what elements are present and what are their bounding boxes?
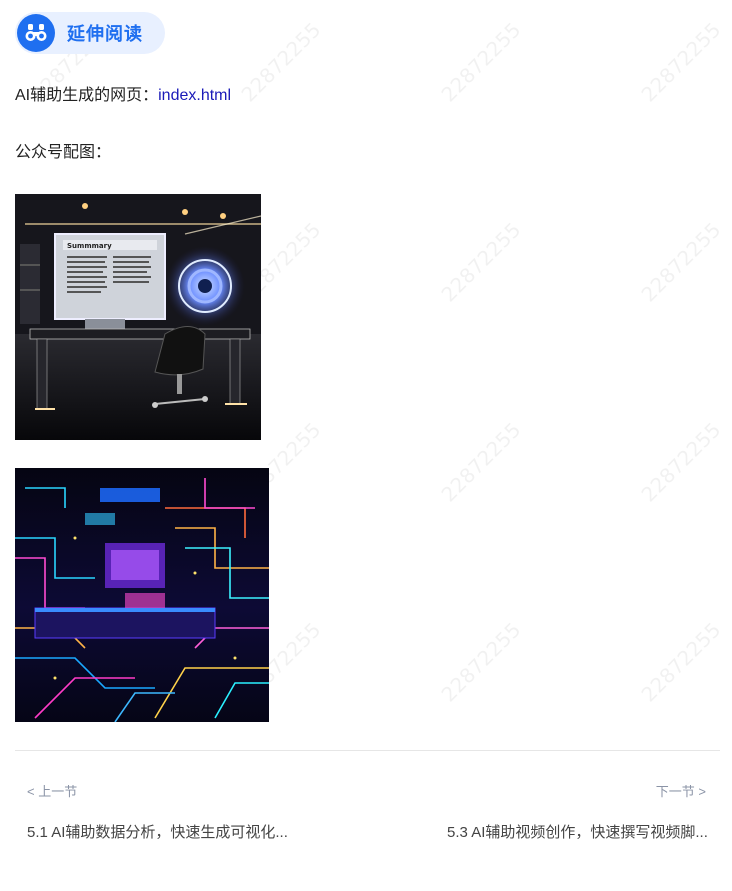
binoculars-icon	[17, 14, 55, 52]
watermark: 22872255	[636, 17, 726, 107]
watermark: 22872255	[436, 17, 526, 107]
webpage-line: AI辅助生成的网页：index.html	[15, 86, 231, 106]
divider	[15, 750, 720, 751]
index-html-link[interactable]: index.html	[158, 87, 231, 104]
next-section-link[interactable]: 下一节 >	[656, 781, 706, 800]
watermark: 22872255	[636, 617, 726, 707]
page: 22872255 22872255 22872255 22872255 2287…	[0, 0, 732, 891]
images-heading: 公众号配图：	[15, 144, 112, 161]
prev-section-title[interactable]: 5.1 AI辅助数据分析，快速生成可视化...	[27, 821, 288, 842]
next-section-title[interactable]: 5.3 AI辅助视频创作，快速撰写视频脚...	[447, 821, 708, 842]
watermark: 22872255	[636, 417, 726, 507]
badge-label: 延伸阅读	[67, 24, 143, 44]
neon-circuit-room-illustration[interactable]	[15, 468, 269, 722]
ai-summary-desk-illustration[interactable]: Summmary	[15, 194, 261, 440]
webpage-prefix: AI辅助生成的网页：	[15, 87, 159, 104]
watermark: 22872255	[636, 217, 726, 307]
extended-reading-badge[interactable]: 延伸阅读	[15, 12, 165, 54]
watermark: 22872255	[436, 217, 526, 307]
watermark: 22872255	[236, 17, 326, 107]
monitor-summary-text: Summmary	[67, 242, 112, 250]
prev-section-link[interactable]: < 上一节	[27, 781, 77, 800]
watermark: 22872255	[436, 417, 526, 507]
watermark-layer: 22872255 22872255 22872255 22872255 2287…	[0, 0, 732, 891]
watermark: 22872255	[436, 617, 526, 707]
